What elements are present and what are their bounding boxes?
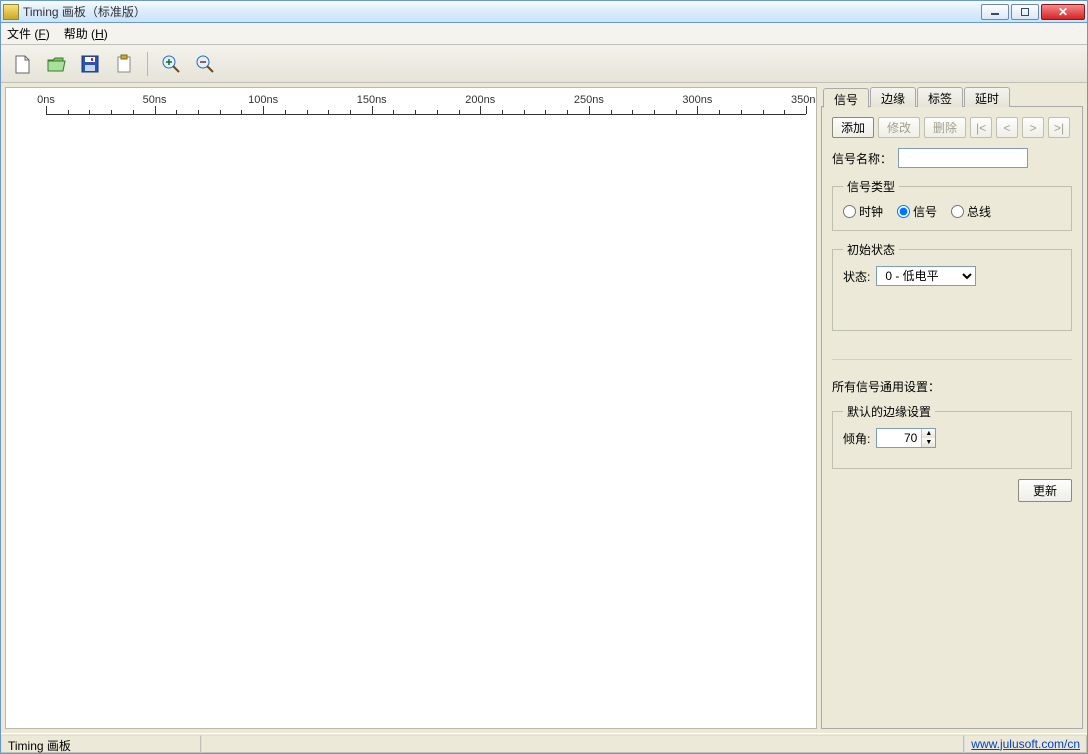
folder-open-icon: [45, 53, 67, 75]
radio-signal[interactable]: [897, 205, 910, 218]
new-document-icon: [11, 53, 33, 75]
ruler-label: 0ns: [37, 94, 55, 106]
status-link-cell: www.julusoft.com/cn: [964, 735, 1087, 753]
signal-type-legend: 信号类型: [843, 178, 899, 195]
main-content: 0ns 50ns 100ns 150ns 200ns 250ns 300ns 350ns 信号…: [1, 83, 1087, 733]
ruler-label: 350ns: [791, 94, 817, 106]
floppy-disk-icon: [79, 53, 101, 75]
add-button[interactable]: 添加: [832, 117, 874, 138]
signal-type-group: 信号类型 时钟 信号 总线: [832, 178, 1072, 231]
side-panel: 信号 边缘 标签 延时 添加 修改 删除 |< < > >| 信号名称： 信号类…: [821, 87, 1083, 729]
signal-name-input[interactable]: [898, 148, 1028, 168]
ruler-label: 300ns: [682, 94, 712, 106]
menu-help[interactable]: 帮助 (H): [64, 25, 108, 42]
status-link[interactable]: www.julusoft.com/cn: [971, 737, 1080, 751]
menu-file-accel: F: [38, 27, 45, 41]
ruler-label: 150ns: [357, 94, 387, 106]
menu-file-label: 文件: [7, 27, 31, 41]
status-left: Timing 画板: [1, 735, 201, 753]
tab-signal[interactable]: 信号: [823, 88, 869, 108]
ruler-baseline: [46, 114, 806, 115]
panel-separator: [832, 359, 1072, 360]
ruler-tick-major: [155, 106, 156, 114]
window-title: Timing 画板（标准版）: [23, 3, 146, 20]
status-center: [201, 735, 964, 753]
window-titlebar: Timing 画板（标准版） ✕: [1, 1, 1087, 23]
radio-clock[interactable]: [843, 205, 856, 218]
save-button[interactable]: [75, 49, 105, 79]
angle-down-button[interactable]: ▼: [922, 438, 935, 447]
signal-panel-body: 添加 修改 删除 |< < > >| 信号名称： 信号类型 时钟 信号 总线: [821, 107, 1083, 729]
maximize-button[interactable]: [1011, 4, 1039, 20]
timing-canvas[interactable]: 0ns 50ns 100ns 150ns 200ns 250ns 300ns 350ns: [5, 87, 817, 729]
ruler-label: 200ns: [465, 94, 495, 106]
init-state-group: 初始状态 状态: 0 - 低电平: [832, 241, 1072, 331]
menu-help-label: 帮助: [64, 27, 88, 41]
ruler-tick-major: [480, 106, 481, 114]
angle-up-button[interactable]: ▲: [922, 429, 935, 438]
ruler-tick-major: [263, 106, 264, 114]
signal-name-row: 信号名称：: [832, 148, 1072, 168]
next-button: >: [1022, 117, 1044, 138]
zoom-out-icon: [194, 53, 216, 75]
copy-button[interactable]: [109, 49, 139, 79]
zoom-out-button[interactable]: [190, 49, 220, 79]
ruler-label: 250ns: [574, 94, 604, 106]
angle-input[interactable]: [877, 429, 921, 447]
menu-bar: 文件 (F) 帮助 (H): [1, 23, 1087, 45]
minimize-button[interactable]: [981, 4, 1009, 20]
ruler-tick-major: [46, 106, 47, 114]
side-tabs: 信号 边缘 标签 延时: [821, 87, 1083, 107]
ruler-tick-major: [372, 106, 373, 114]
toolbar-separator: [147, 52, 148, 76]
tab-edge[interactable]: 边缘: [870, 87, 916, 107]
update-button[interactable]: 更新: [1018, 479, 1072, 502]
default-edge-legend: 默认的边缘设置: [843, 403, 935, 420]
menu-help-accel: H: [95, 27, 104, 41]
tab-delay[interactable]: 延时: [964, 87, 1010, 107]
tab-label[interactable]: 标签: [917, 87, 963, 107]
ruler-tick-major: [589, 106, 590, 114]
global-settings-label: 所有信号通用设置：: [832, 378, 1072, 395]
ruler-label: 100ns: [248, 94, 278, 106]
zoom-in-icon: [160, 53, 182, 75]
prev-button: <: [996, 117, 1018, 138]
toolbar: [1, 45, 1087, 83]
status-bar: Timing 画板 www.julusoft.com/cn: [1, 733, 1087, 753]
last-button: >|: [1048, 117, 1070, 138]
modify-button: 修改: [878, 117, 920, 138]
app-icon: [3, 4, 19, 20]
open-button[interactable]: [41, 49, 71, 79]
ruler-label: 50ns: [143, 94, 167, 106]
clipboard-icon: [113, 53, 135, 75]
angle-label: 倾角:: [843, 430, 870, 447]
ruler-tick-major: [697, 106, 698, 114]
new-document-button[interactable]: [7, 49, 37, 79]
time-ruler: 0ns50ns100ns150ns200ns250ns300ns350ns: [46, 94, 806, 116]
angle-spinner[interactable]: ▲ ▼: [876, 428, 936, 448]
state-label: 状态:: [843, 268, 870, 285]
close-button[interactable]: ✕: [1041, 4, 1085, 20]
state-select[interactable]: 0 - 低电平: [876, 266, 976, 286]
signal-button-row: 添加 修改 删除 |< < > >|: [832, 117, 1072, 138]
first-button: |<: [970, 117, 992, 138]
radio-clock-label[interactable]: 时钟: [843, 203, 883, 220]
default-edge-group: 默认的边缘设置 倾角: ▲ ▼: [832, 403, 1072, 469]
radio-bus[interactable]: [951, 205, 964, 218]
window-controls: ✕: [981, 4, 1085, 20]
ruler-tick-major: [806, 106, 807, 114]
delete-button: 删除: [924, 117, 966, 138]
radio-signal-label[interactable]: 信号: [897, 203, 937, 220]
radio-bus-label[interactable]: 总线: [951, 203, 991, 220]
init-state-legend: 初始状态: [843, 241, 899, 258]
zoom-in-button[interactable]: [156, 49, 186, 79]
menu-file[interactable]: 文件 (F): [7, 25, 50, 42]
signal-name-label: 信号名称：: [832, 150, 892, 167]
